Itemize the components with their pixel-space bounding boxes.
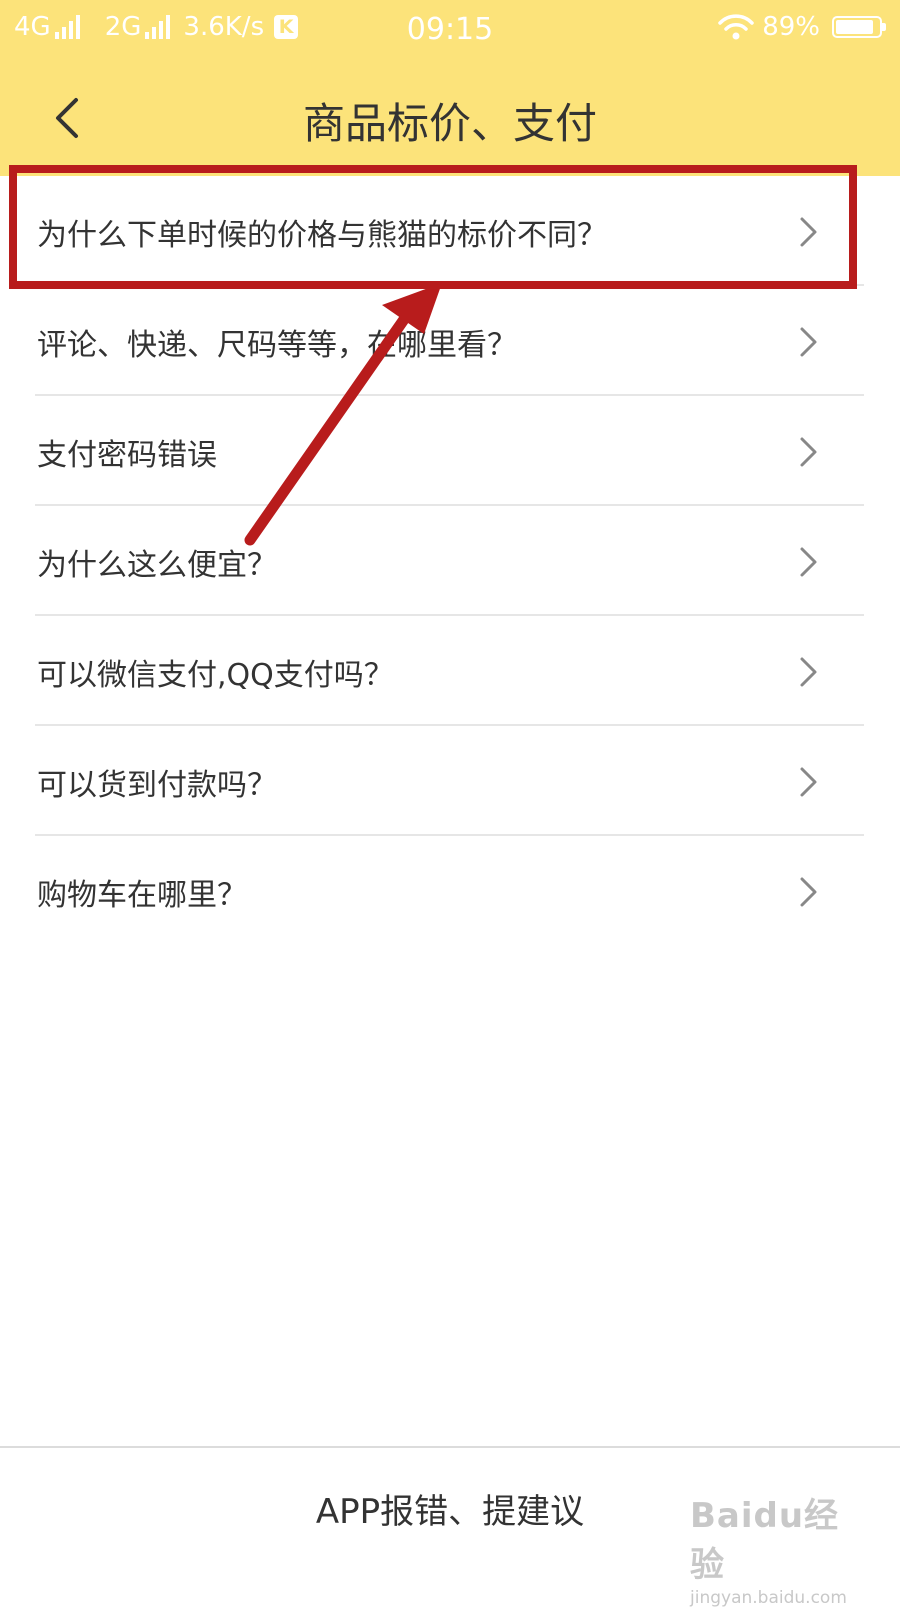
battery-icon (832, 16, 886, 38)
faq-item-label: 支付密码错误 (37, 438, 217, 473)
status-bar: 4G 2G 3.6K/s K 09:15 89% (0, 0, 900, 64)
faq-item[interactable]: 可以微信支付,QQ支付吗？ (0, 616, 900, 726)
faq-item[interactable]: 购物车在哪里？ (0, 836, 900, 946)
watermark-main: Baidu经验 (690, 1496, 840, 1585)
watermark-sub: jingyan.baidu.com (690, 1588, 847, 1608)
faq-item[interactable]: 支付密码错误 (0, 396, 900, 506)
chevron-right-icon (800, 327, 817, 357)
page-title: 商品标价、支付 (302, 99, 597, 148)
chevron-right-icon (800, 217, 817, 247)
faq-item-label: 可以货到付款吗？ (37, 768, 277, 803)
header-bar: 4G 2G 3.6K/s K 09:15 89% 商品标价、支付 (0, 0, 900, 176)
faq-item-label: 可以微信支付,QQ支付吗？ (37, 658, 394, 693)
footer-bar: APP报错、提建议 Baidu经验 jingyan.baidu.com (0, 1446, 900, 1608)
chevron-right-icon (800, 767, 817, 797)
chevron-right-icon (800, 547, 817, 577)
chevron-right-icon (800, 657, 817, 687)
faq-item-label: 为什么下单时候的价格与熊猫的标价不同？ (37, 218, 607, 253)
faq-item[interactable]: 可以货到付款吗？ (0, 726, 900, 836)
status-right: 89% (718, 12, 886, 42)
faq-item-label: 购物车在哪里？ (37, 878, 247, 913)
chevron-right-icon (800, 437, 817, 467)
faq-item[interactable]: 为什么下单时候的价格与熊猫的标价不同？ (0, 176, 900, 286)
chevron-right-icon (800, 877, 817, 907)
faq-item-label: 为什么这么便宜？ (37, 548, 277, 583)
faq-list: 为什么下单时候的价格与熊猫的标价不同？ 评论、快递、尺码等等，在哪里看？ 支付密码错… (0, 176, 900, 946)
battery-percent: 89% (762, 12, 820, 42)
battery-fill (836, 20, 874, 34)
wifi-icon (718, 14, 754, 40)
baidu-watermark: Baidu经验 jingyan.baidu.com (690, 1488, 870, 1608)
faq-item-label: 评论、快递、尺码等等，在哪里看？ (37, 328, 517, 363)
faq-item[interactable]: 为什么这么便宜？ (0, 506, 900, 616)
faq-item[interactable]: 评论、快递、尺码等等，在哪里看？ (0, 286, 900, 396)
